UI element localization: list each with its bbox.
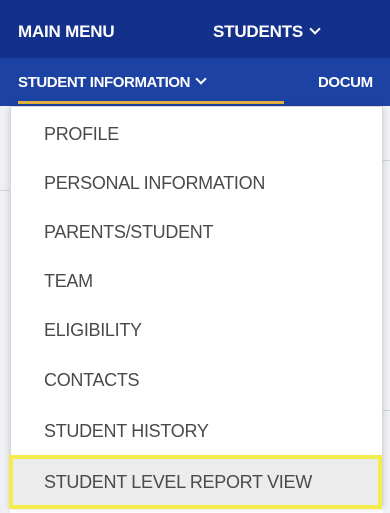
- menu-item-label: TEAM: [44, 270, 93, 291]
- top-nav-bar: MAIN MENU STUDENTS: [0, 0, 390, 58]
- menu-item-student-level-report-view[interactable]: STUDENT LEVEL REPORT VIEW: [9, 455, 382, 509]
- menu-item-personal-information[interactable]: PERSONAL INFORMATION: [11, 159, 382, 207]
- documents-label: DOCUM: [318, 74, 373, 91]
- student-information-menu-button[interactable]: STUDENT INFORMATION: [18, 73, 207, 91]
- active-tab-underline: [18, 101, 284, 104]
- main-menu-link[interactable]: MAIN MENU: [18, 22, 115, 42]
- students-menu-button[interactable]: STUDENTS: [213, 22, 321, 42]
- background-page-left: [0, 106, 10, 513]
- sub-nav-bar: STUDENT INFORMATION DOCUM: [0, 58, 390, 106]
- menu-item-label: STUDENT HISTORY: [44, 420, 209, 441]
- menu-item-contacts[interactable]: CONTACTS: [11, 356, 382, 404]
- menu-item-team[interactable]: TEAM: [11, 257, 382, 305]
- background-divider: [0, 190, 10, 191]
- background-page-right: [383, 106, 390, 513]
- menu-item-eligibility[interactable]: ELIGIBILITY: [11, 306, 382, 354]
- background-divider: [383, 410, 390, 411]
- menu-item-label: ELIGIBILITY: [44, 319, 142, 340]
- menu-item-label: CONTACTS: [44, 369, 140, 390]
- menu-item-label: PERSONAL INFORMATION: [44, 172, 266, 193]
- menu-item-parents-student[interactable]: PARENTS/STUDENT: [11, 208, 382, 256]
- menu-item-label: STUDENT LEVEL REPORT VIEW: [44, 471, 312, 492]
- menu-item-profile[interactable]: PROFILE: [11, 110, 382, 158]
- chevron-down-icon: [195, 73, 207, 85]
- menu-item-student-history[interactable]: STUDENT HISTORY: [11, 407, 382, 455]
- student-information-dropdown: PROFILE PERSONAL INFORMATION PARENTS/STU…: [9, 106, 383, 509]
- menu-item-label: PROFILE: [44, 123, 119, 144]
- menu-item-label: PARENTS/STUDENT: [44, 221, 214, 242]
- documents-menu-button[interactable]: DOCUM: [318, 74, 373, 91]
- students-label: STUDENTS: [213, 22, 304, 41]
- student-information-label: STUDENT INFORMATION: [18, 74, 191, 91]
- main-menu-label: MAIN MENU: [18, 22, 115, 41]
- chevron-down-icon: [309, 23, 321, 35]
- background-divider: [383, 160, 390, 161]
